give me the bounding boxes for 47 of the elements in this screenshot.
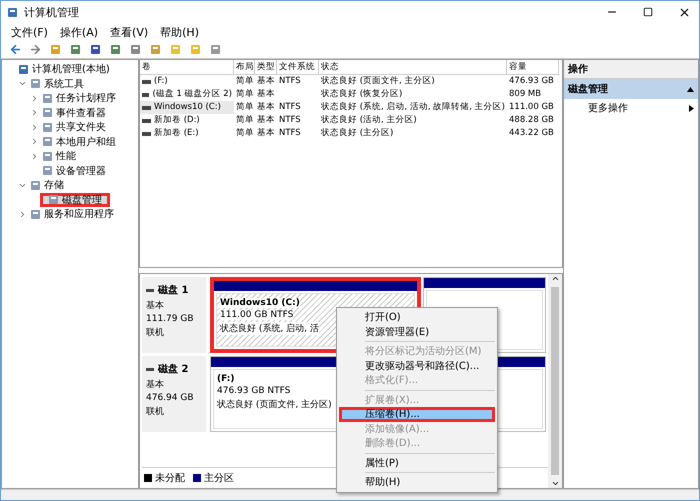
table-cell-text: NTFS	[278, 114, 302, 127]
table-cell-text: NTFS	[278, 127, 302, 140]
disk-size: 476.94 GB	[146, 393, 195, 403]
table-cell-text: 809 MB	[508, 88, 542, 101]
window-title: 计算机管理	[24, 4, 80, 20]
partition-name: Windows10 (C:)	[220, 298, 300, 308]
table-cell-text: NTFS	[278, 101, 302, 114]
table-cell-text: 基本	[256, 75, 276, 88]
disk-type: 基本	[146, 378, 165, 391]
table-cell-text: 基本	[256, 88, 276, 101]
table-cell-text: NTFS	[278, 75, 302, 88]
table-cell: Windows10 (C:)	[140, 101, 234, 114]
table-cell: 新加卷 (E:)	[140, 127, 234, 140]
table-cell-text: 基本	[256, 101, 276, 114]
actions-header: 操作	[564, 60, 698, 79]
table-cell-text: 简单	[235, 127, 255, 140]
disk-status: 联机	[146, 326, 165, 339]
table-cell-text: 简单	[235, 114, 255, 127]
disk-name: 磁盘 2	[146, 362, 202, 376]
disk-status: 联机	[146, 406, 165, 418]
partition-status: 状态良好 (页面文件, 主分区)	[217, 398, 332, 411]
table-cell-text: 443.22 GB	[508, 127, 555, 140]
table-cell-text: 简单	[235, 101, 255, 114]
table-cell: (F:)	[140, 75, 234, 88]
legend-label: 未分配	[155, 472, 185, 485]
table-cell-text: 状态良好 (活动, 主分区)	[320, 114, 418, 127]
partition-status: 状态良好 (系统, 启动, 活	[220, 322, 319, 335]
table-cell-text: 状态良好 (主分区)	[320, 127, 394, 140]
disk-type: 基本	[146, 300, 165, 312]
disk-name: 磁盘 1	[146, 283, 202, 297]
table-cell-text: 488.28 GB	[508, 114, 555, 127]
table-cell-text: 简单	[235, 75, 255, 88]
partition-size: 476.93 GB NTFS	[217, 386, 290, 396]
table-cell-text: 状态良好 (恢复分区)	[320, 88, 404, 101]
table-cell-text: 简单	[235, 88, 255, 101]
table-cell: (磁盘 1 磁盘分区 2)	[140, 88, 234, 101]
disk-size: 111.79 GB	[146, 314, 195, 324]
table-cell-text: 状态良好 (页面文件, 主分区)	[320, 75, 436, 88]
table-cell-text: 基本	[256, 114, 276, 127]
partition-name: (F:)	[217, 374, 234, 384]
table-cell: 新加卷 (D:)	[140, 114, 234, 127]
table-cell-text: 状态良好 (系统, 启动, 活动, 故障转储, 主分区)	[320, 101, 506, 114]
partition-size: 111.00 GB NTFS	[220, 310, 294, 320]
table-cell-text: 476.93 GB	[508, 75, 555, 88]
legend-label: 主分区	[204, 472, 234, 485]
table-cell-text: 111.00 GB	[508, 101, 555, 114]
table-cell-text: 基本	[256, 127, 276, 140]
